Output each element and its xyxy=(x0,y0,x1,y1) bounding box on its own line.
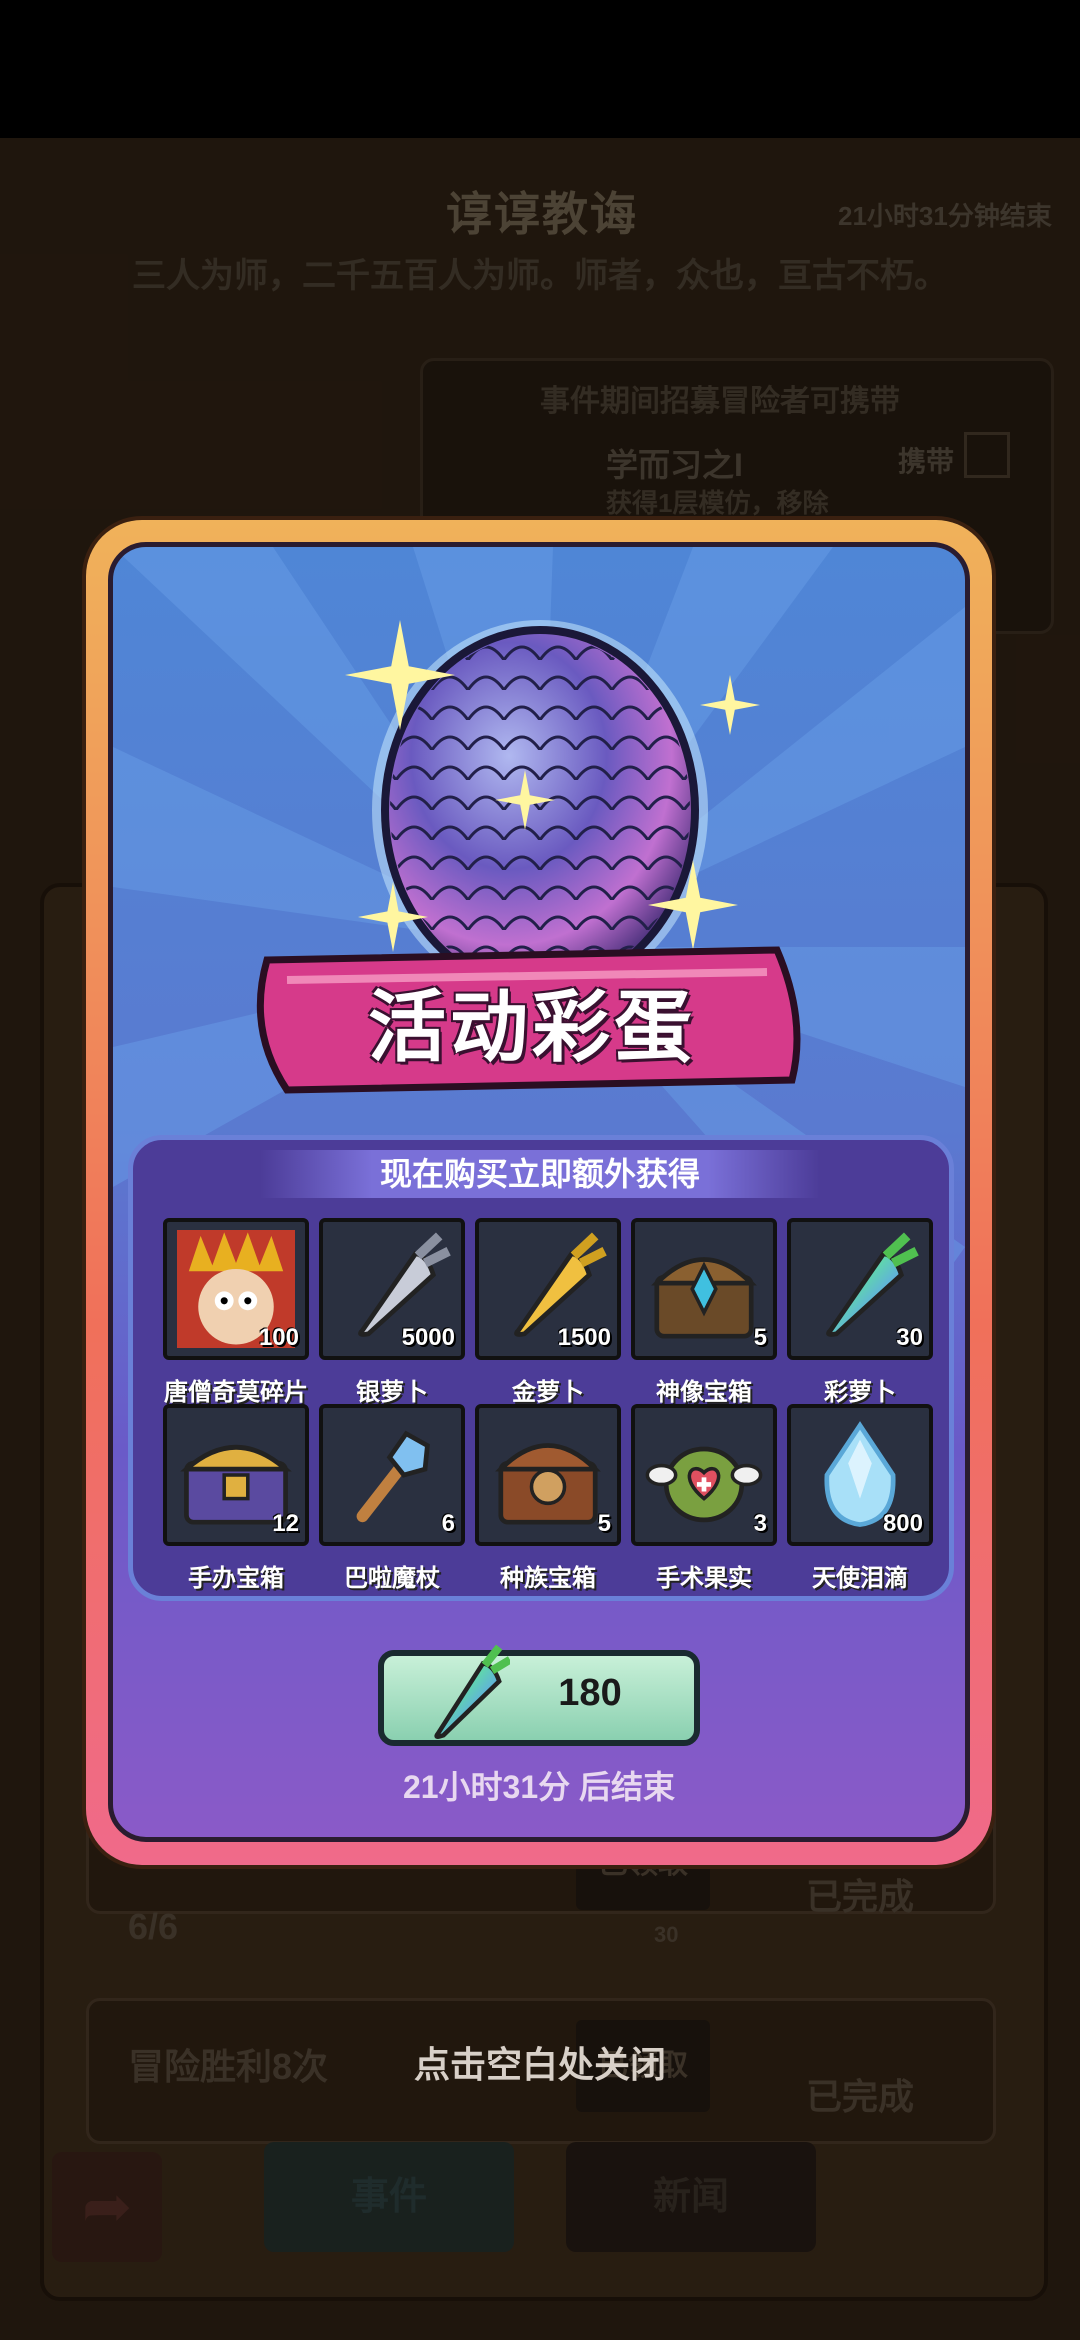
item-name: 巴啦魔杖 xyxy=(344,1565,440,1592)
reward-item[interactable]: 6 xyxy=(319,1404,465,1546)
item-name: 唐僧奇莫碎片 xyxy=(164,1379,308,1406)
rewards-header: 现在购买立即额外获得 xyxy=(260,1150,820,1198)
surgery-fruit-icon xyxy=(645,1446,763,1523)
item-count: 6 xyxy=(441,1510,455,1537)
close-hint[interactable]: 点击空白处关闭 xyxy=(0,2036,1080,2088)
reward-item[interactable]: 30 xyxy=(787,1218,933,1360)
item-name: 手办宝箱 xyxy=(188,1565,284,1592)
item-count: 100 xyxy=(258,1324,299,1351)
idol-chest-icon xyxy=(651,1257,757,1339)
item-count: 1500 xyxy=(557,1324,611,1351)
item-count: 3 xyxy=(753,1510,767,1537)
item-name: 金萝卜 xyxy=(512,1379,584,1406)
reward-item[interactable]: 3 xyxy=(631,1404,777,1546)
popup-end-timer: 21小时31分 后结束 xyxy=(402,1769,676,1805)
banner-title: 活动彩蛋 xyxy=(367,983,696,1071)
reward-item[interactable]: 800 xyxy=(787,1404,933,1546)
item-name: 种族宝箱 xyxy=(500,1565,596,1592)
reward-item[interactable]: 5000 xyxy=(319,1218,465,1360)
sparkle-icon xyxy=(495,770,555,830)
item-count: 5 xyxy=(597,1510,611,1537)
reward-item[interactable]: 1500 xyxy=(475,1218,621,1360)
item-name: 手术果实 xyxy=(656,1565,752,1592)
rainbow-carrot-icon xyxy=(434,1644,510,1739)
item-count: 800 xyxy=(882,1510,923,1537)
price-label: 180 xyxy=(558,1672,622,1714)
item-name: 神像宝箱 xyxy=(656,1379,752,1406)
item-count: 12 xyxy=(272,1510,299,1537)
reward-item[interactable]: 5 xyxy=(475,1404,621,1546)
item-count: 5000 xyxy=(401,1324,455,1351)
item-count: 30 xyxy=(896,1324,923,1351)
item-name: 彩萝卜 xyxy=(824,1379,896,1406)
item-count: 5 xyxy=(753,1324,767,1351)
item-name: 天使泪滴 xyxy=(812,1565,908,1592)
reward-item[interactable]: 100 xyxy=(163,1218,309,1360)
reward-item[interactable]: 5 xyxy=(631,1218,777,1360)
item-name: 银萝卜 xyxy=(356,1379,428,1406)
reward-item[interactable]: 12 xyxy=(163,1404,309,1546)
sparkle-icon xyxy=(700,675,760,735)
magic-wand-icon xyxy=(356,1430,430,1523)
status-bar xyxy=(0,0,1080,138)
race-chest-icon xyxy=(495,1443,601,1525)
sparkle-icon xyxy=(345,620,455,730)
